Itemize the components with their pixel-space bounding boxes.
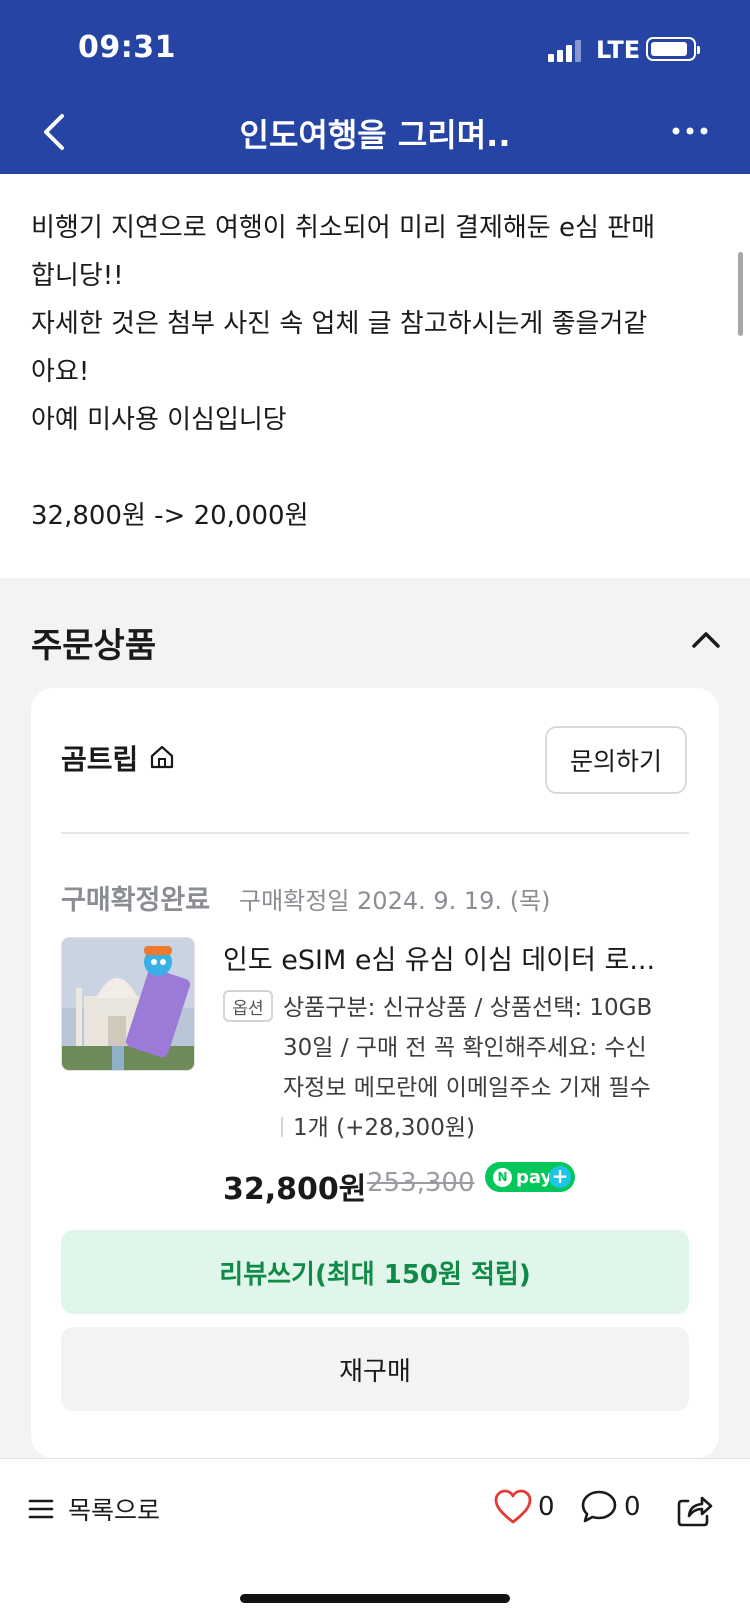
rebuy-button[interactable]: 재구매	[61, 1327, 689, 1411]
divider	[61, 832, 689, 834]
inquiry-button[interactable]: 문의하기	[545, 726, 687, 794]
post-line: 아요!	[31, 357, 90, 387]
heart-icon	[494, 1489, 532, 1524]
post-line: 합니당!!	[31, 261, 124, 291]
write-review-button[interactable]: 리뷰쓰기(최대 150원 적립)	[61, 1230, 689, 1314]
more-dots-icon	[672, 127, 708, 135]
comment-button[interactable]: 0	[580, 1489, 641, 1525]
order-card: 곰트립 문의하기 구매확정완료 구매확정일 2024. 9. 19. (목) 인…	[31, 688, 719, 1458]
back-to-list-button[interactable]: 목록으로	[28, 1487, 160, 1531]
page-title: 인도여행을 그리며..	[239, 116, 511, 154]
post-line: 아예 미사용 이심입니당	[31, 405, 287, 435]
order-confirm-date: 구매확정일 2024. 9. 19. (목)	[239, 887, 551, 915]
section-title: 주문상품	[31, 626, 157, 666]
post-body: 비행기 지연으로 여행이 취소되어 미리 결제해둔 e심 판매 합니당!! 자세…	[31, 204, 721, 540]
more-button[interactable]	[670, 116, 710, 146]
like-count: 0	[538, 1492, 555, 1522]
option-line: 자정보 메모란에 이메일주소 기재 필수	[283, 1075, 651, 1101]
product-thumbnail[interactable]	[61, 937, 195, 1071]
like-button[interactable]: 0	[494, 1489, 555, 1525]
option-line: 상품구분: 신규상품 / 상품선택: 10GB	[283, 995, 653, 1021]
product-name[interactable]: 인도 eSIM e심 유심 이심 데이터 로...	[223, 938, 693, 977]
back-to-list-label: 목록으로	[68, 1496, 161, 1525]
home-indicator	[240, 1594, 510, 1603]
quantity: 1개 (+28,300원)	[293, 1115, 475, 1141]
comment-count: 0	[624, 1492, 641, 1522]
top-bar: 09:31 LTE 인도여행을 그리며..	[0, 0, 750, 174]
npay-label: pay	[516, 1166, 553, 1188]
npay-plus-badge: N pay +	[485, 1162, 575, 1192]
seller-name[interactable]: 곰트립	[61, 738, 138, 778]
network-type: LTE	[596, 36, 641, 64]
share-icon	[677, 1496, 713, 1527]
quantity-separator	[281, 1117, 283, 1137]
plus-icon: +	[549, 1166, 571, 1188]
status-time: 09:31	[78, 30, 176, 65]
npay-n-icon: N	[493, 1167, 512, 1187]
collapse-button[interactable]	[688, 626, 724, 652]
bottom-bar: 목록으로 0 0	[0, 1458, 750, 1623]
option-line: 30일 / 구매 전 꼭 확인해주세요: 수신	[283, 1035, 647, 1061]
menu-icon	[28, 1499, 54, 1519]
post-line: 비행기 지연으로 여행이 취소되어 미리 결제해둔 e심 판매	[31, 213, 656, 243]
battery-icon	[646, 37, 700, 61]
option-details: 상품구분: 신규상품 / 상품선택: 10GB 30일 / 구매 전 꼭 확인해…	[283, 988, 697, 1108]
scrollbar[interactable]	[738, 252, 743, 336]
chevron-up-icon	[692, 632, 720, 648]
store-home-icon[interactable]	[149, 744, 175, 770]
product-image	[62, 938, 194, 1070]
price: 32,800원	[223, 1172, 367, 1207]
post-line	[31, 444, 721, 492]
original-price: 253,300	[367, 1168, 475, 1198]
share-button[interactable]	[674, 1489, 714, 1529]
post-line: 자세한 것은 첨부 사진 속 업체 글 참고하시는게 좋을거같	[31, 309, 648, 339]
order-status: 구매확정완료	[61, 885, 211, 916]
comment-icon	[581, 1490, 617, 1523]
signal-icon	[548, 40, 582, 62]
post-line: 32,800원 -> 20,000원	[31, 501, 309, 531]
option-badge: 옵션	[223, 990, 273, 1022]
